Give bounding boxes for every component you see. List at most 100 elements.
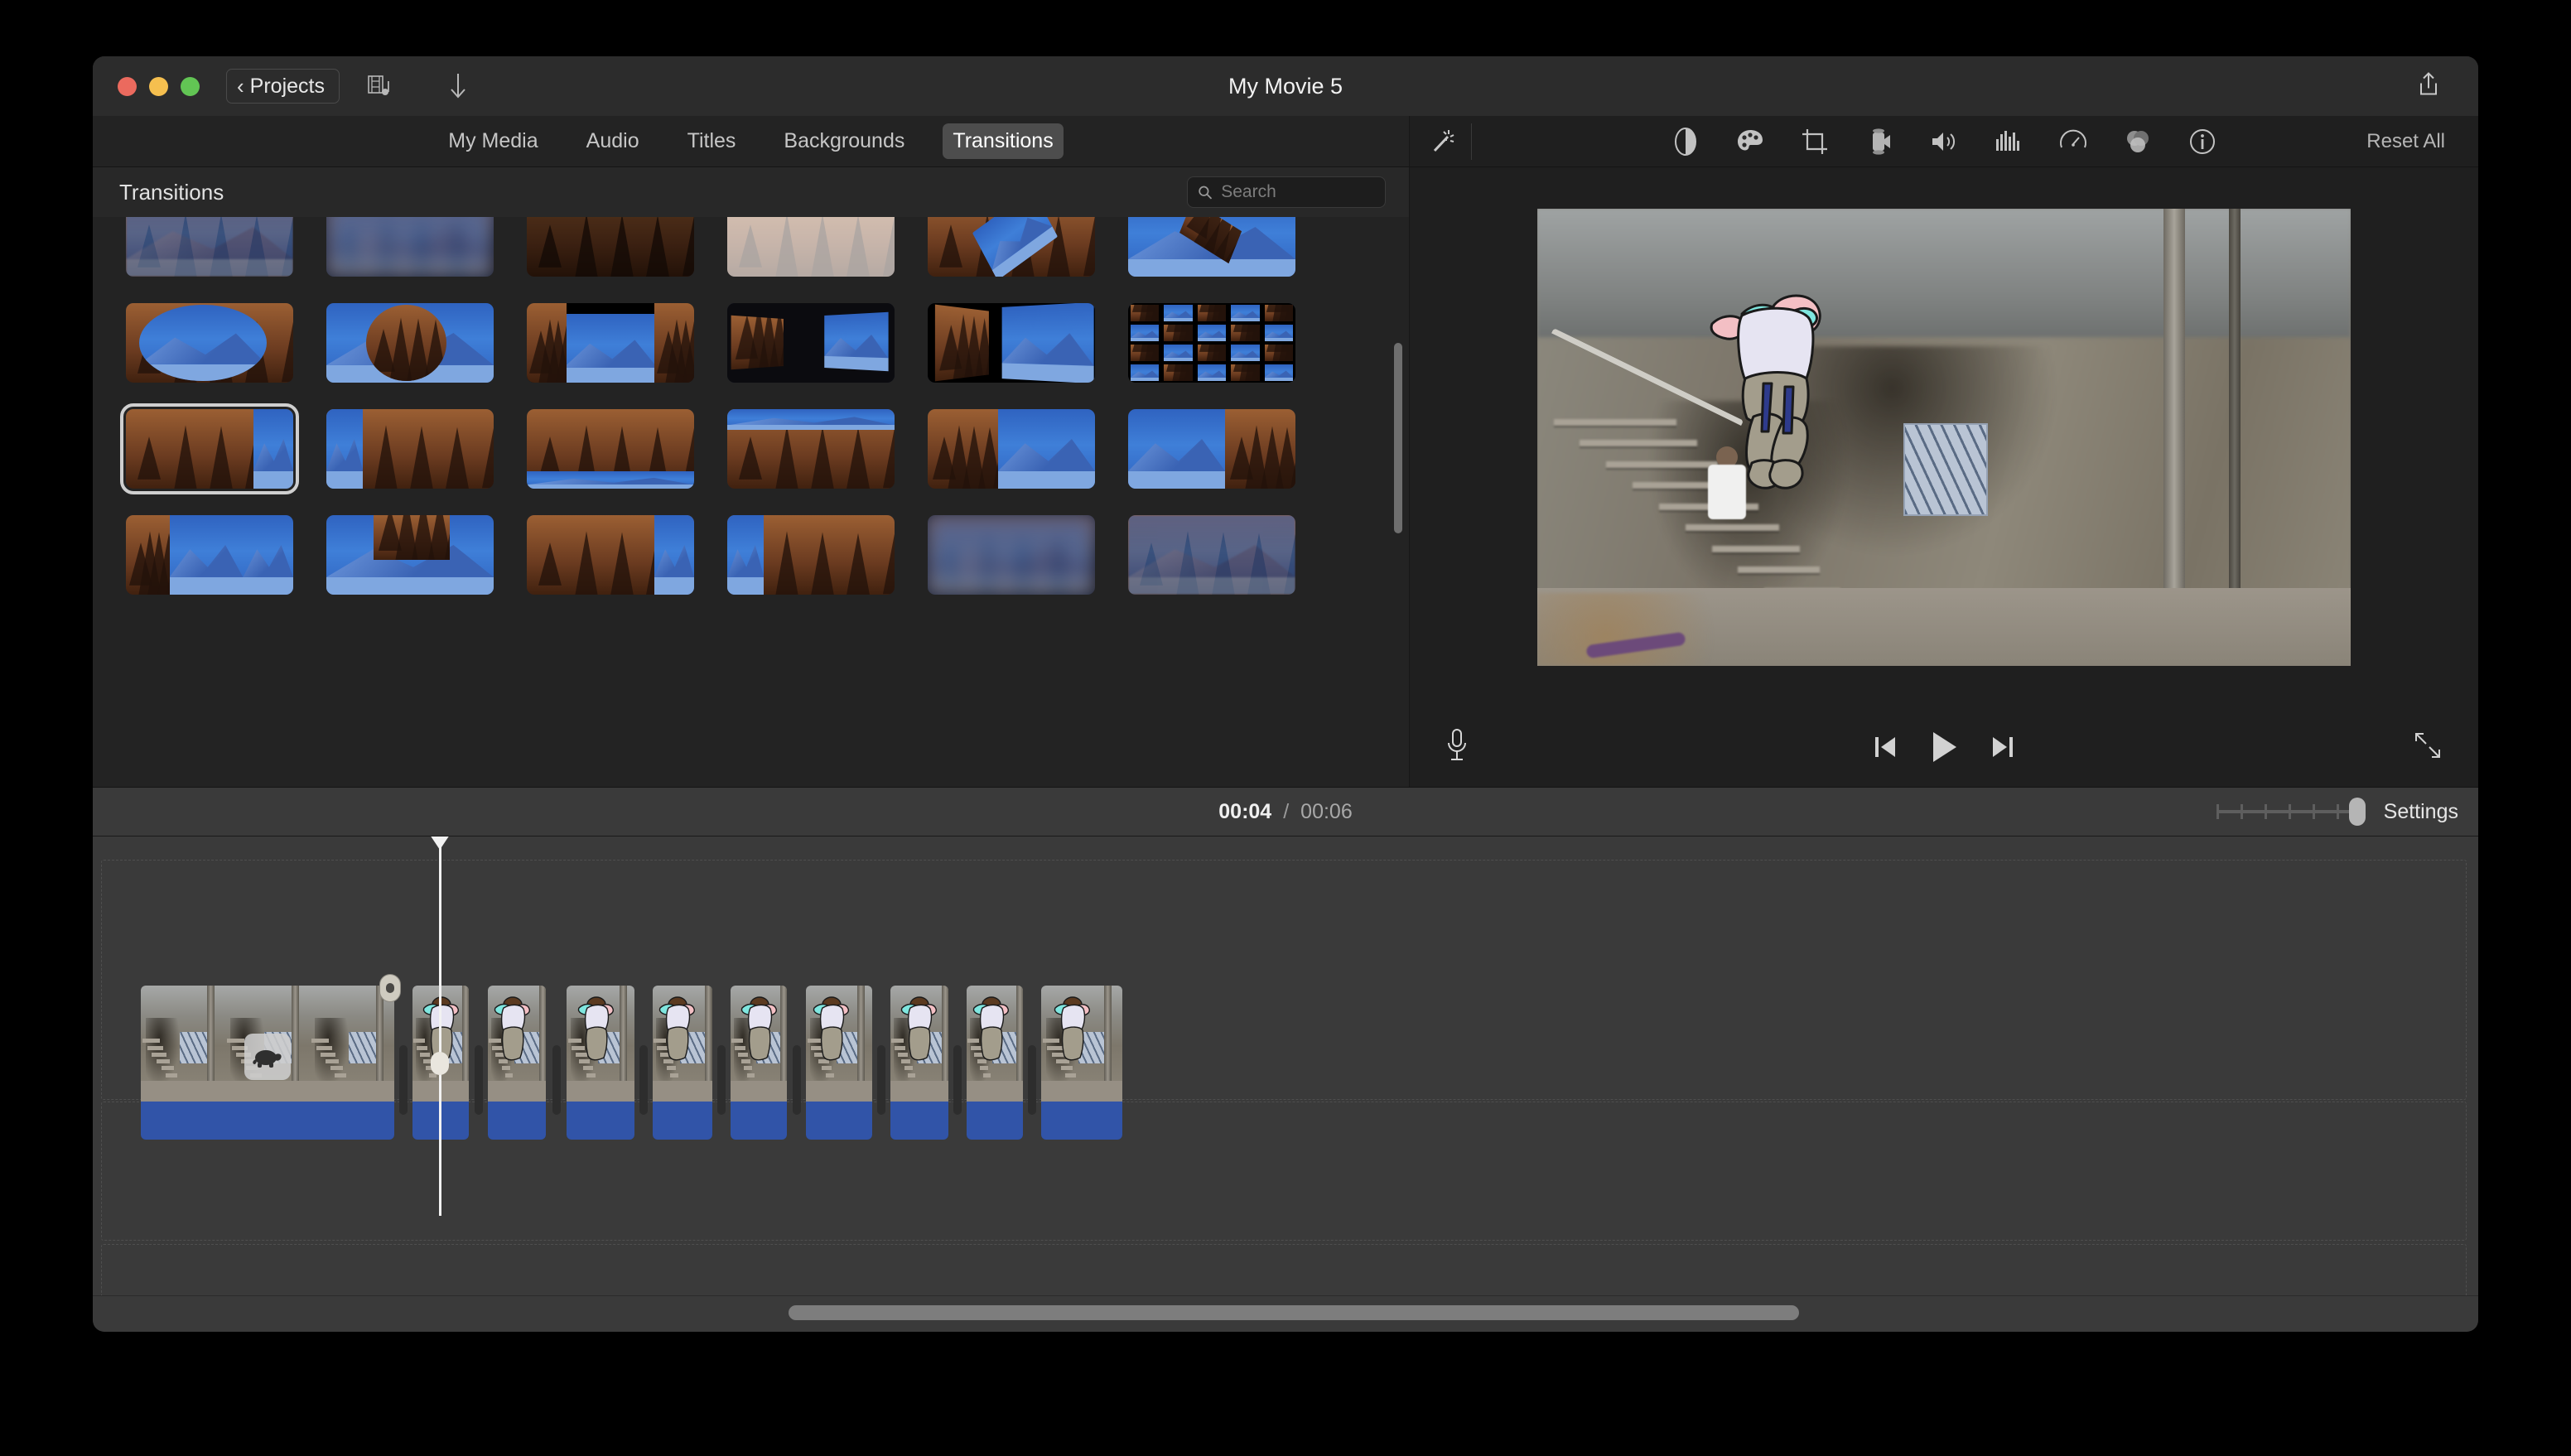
transition-thumbnail[interactable] <box>727 303 895 383</box>
transition-thumbnail[interactable] <box>928 409 1095 489</box>
transition-item-wipe-right[interactable] <box>315 404 505 502</box>
timeline-clip[interactable] <box>567 986 634 1140</box>
transition-item-wipe-down[interactable] <box>716 404 906 502</box>
transition-thumbnail[interactable] <box>527 515 694 595</box>
transition-item-wipe-left[interactable] <box>114 403 305 502</box>
transitions-grid-scroll[interactable] <box>93 217 1409 787</box>
transition-thumbnail[interactable] <box>326 217 494 277</box>
video-preview[interactable] <box>1537 209 2351 666</box>
skip-forward-icon[interactable] <box>1991 735 2014 759</box>
tab-titles[interactable]: Titles <box>678 123 746 159</box>
transition-item-slide-left[interactable] <box>916 404 1107 502</box>
timeline-horizontal-scrollbar[interactable] <box>789 1305 1799 1320</box>
transition-item-slide-right[interactable] <box>1117 404 1307 502</box>
transition-item[interactable] <box>114 510 305 608</box>
clip-transition-marker[interactable] <box>399 1045 408 1115</box>
volume-icon[interactable] <box>1927 124 1961 159</box>
clip-transition-marker[interactable] <box>953 1045 962 1115</box>
transition-thumbnail[interactable] <box>928 515 1095 595</box>
timeline-track-area[interactable] <box>93 836 2478 1295</box>
clip-transition-marker[interactable] <box>474 1045 483 1115</box>
zoom-button[interactable] <box>181 76 200 96</box>
transition-thumbnail[interactable] <box>1128 303 1295 383</box>
timeline-clip[interactable] <box>967 986 1023 1140</box>
info-icon[interactable] <box>2185 124 2220 159</box>
speed-icon[interactable] <box>2056 124 2091 159</box>
filters-icon[interactable] <box>2120 124 2155 159</box>
transition-thumbnail[interactable] <box>126 303 293 383</box>
microphone-icon[interactable] <box>1446 728 1468 767</box>
browser-scrollbar[interactable] <box>1394 343 1402 533</box>
crop-icon[interactable] <box>1797 124 1832 159</box>
transition-item-mosaic[interactable] <box>1117 298 1307 396</box>
magic-wand-icon[interactable] <box>1428 128 1456 156</box>
clip-speed-handle[interactable] <box>379 974 401 1002</box>
clip-transition-marker[interactable] <box>552 1045 561 1115</box>
transition-thumbnail[interactable] <box>527 217 694 277</box>
transition-thumbnail[interactable] <box>326 303 494 383</box>
fullscreen-icon[interactable] <box>2414 731 2442 764</box>
transition-thumbnail[interactable] <box>727 217 895 277</box>
transition-item[interactable] <box>1117 510 1307 608</box>
transition-thumbnail[interactable] <box>928 217 1095 277</box>
back-to-projects-button[interactable]: ‹ Projects <box>226 69 340 104</box>
timeline-clip[interactable] <box>653 986 712 1140</box>
search-field[interactable] <box>1187 176 1386 208</box>
transition-item-circle-open[interactable] <box>114 298 305 396</box>
color-correction-icon[interactable] <box>1733 124 1768 159</box>
transition-thumbnail[interactable] <box>727 409 895 489</box>
transition-item[interactable] <box>515 510 706 608</box>
clip-transition-marker[interactable] <box>877 1045 885 1115</box>
transition-item-fade-to-white[interactable] <box>716 217 906 290</box>
transition-item-cross-blur[interactable] <box>315 217 505 290</box>
transition-thumbnail[interactable] <box>1128 217 1295 277</box>
clip-transition-marker[interactable] <box>792 1045 801 1115</box>
playhead[interactable] <box>430 836 450 1216</box>
search-input[interactable] <box>1221 182 1375 202</box>
tab-backgrounds[interactable]: Backgrounds <box>774 123 914 159</box>
tab-my-media[interactable]: My Media <box>438 123 547 159</box>
timeline-clip[interactable] <box>806 986 872 1140</box>
transition-item-cube[interactable] <box>916 298 1107 396</box>
tab-transitions[interactable]: Transitions <box>943 123 1064 159</box>
download-arrow-icon[interactable] <box>449 72 467 100</box>
zoom-slider-knob[interactable] <box>2348 798 2366 826</box>
transition-item[interactable] <box>315 510 505 608</box>
playhead-handle[interactable] <box>430 836 450 850</box>
close-button[interactable] <box>118 76 137 96</box>
transition-item-wipe-up[interactable] <box>515 404 706 502</box>
transition-item-cross-dissolve[interactable] <box>114 217 305 290</box>
transition-thumbnail[interactable] <box>527 409 694 489</box>
clip-transition-marker[interactable] <box>717 1045 726 1115</box>
transition-item-spin-in[interactable] <box>916 217 1107 290</box>
clip-transition-marker[interactable] <box>639 1045 648 1115</box>
timeline-clip[interactable] <box>890 986 948 1140</box>
noise-reduction-icon[interactable] <box>1991 124 2026 159</box>
minimize-button[interactable] <box>149 76 168 96</box>
share-icon[interactable] <box>2417 71 2440 102</box>
timeline-clip[interactable] <box>731 986 787 1140</box>
clip-transition-marker[interactable] <box>1028 1045 1036 1115</box>
transition-item-doorway[interactable] <box>515 298 706 396</box>
transition-thumbnail[interactable] <box>326 515 494 595</box>
transition-item-swap[interactable] <box>716 298 906 396</box>
transition-thumbnail[interactable] <box>120 403 299 494</box>
transition-item-circle-close[interactable] <box>315 298 505 396</box>
transition-thumbnail[interactable] <box>126 217 293 277</box>
settings-button[interactable]: Settings <box>2384 800 2458 824</box>
transition-thumbnail[interactable] <box>1128 515 1295 595</box>
color-balance-icon[interactable] <box>1668 124 1703 159</box>
transition-thumbnail[interactable] <box>727 515 895 595</box>
transition-item-fade-to-black[interactable] <box>515 217 706 290</box>
skip-back-icon[interactable] <box>1874 735 1897 759</box>
turtle-icon[interactable] <box>244 1034 291 1080</box>
transition-thumbnail[interactable] <box>928 303 1095 383</box>
transition-item[interactable] <box>916 510 1107 608</box>
stabilization-icon[interactable] <box>1862 124 1897 159</box>
timeline-clip[interactable] <box>488 986 546 1140</box>
reset-all-button[interactable]: Reset All <box>2366 130 2445 153</box>
transition-thumbnail[interactable] <box>326 409 494 489</box>
tab-audio[interactable]: Audio <box>576 123 649 159</box>
timeline-clip[interactable] <box>1041 986 1122 1140</box>
transition-item-spin-out[interactable] <box>1117 217 1307 290</box>
